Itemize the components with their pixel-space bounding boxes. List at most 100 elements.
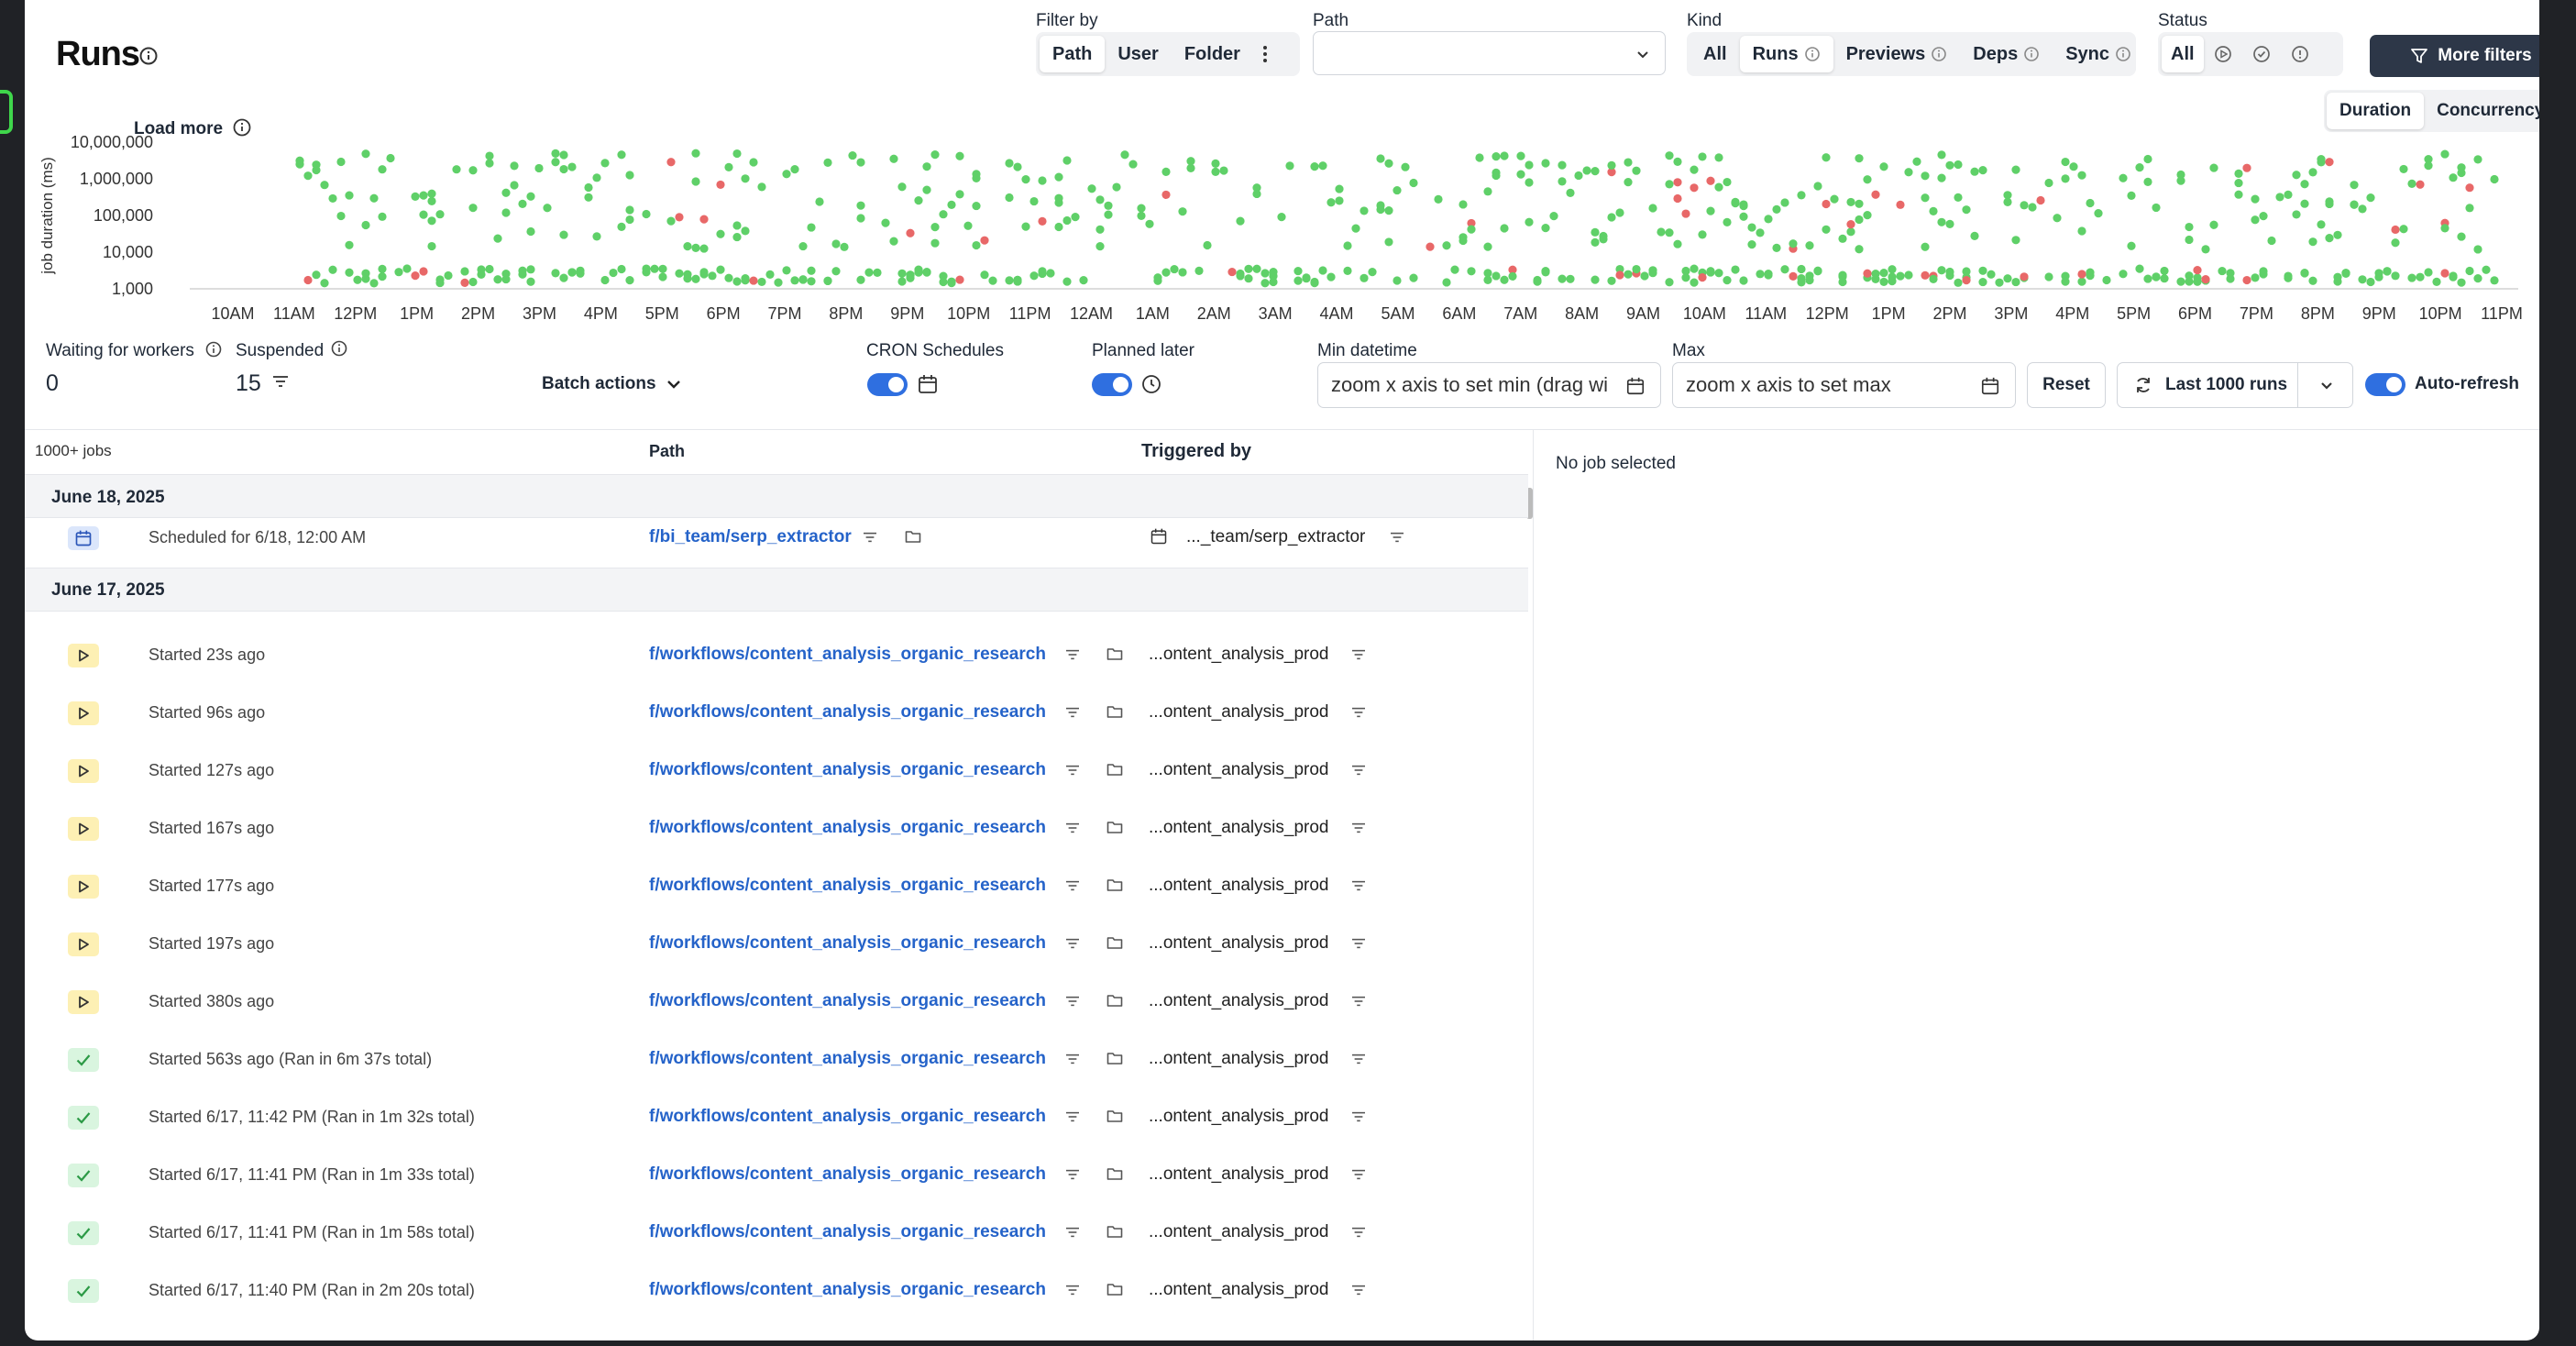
more-vertical-icon[interactable] — [1253, 36, 1277, 72]
filter-lines-icon[interactable] — [1065, 1226, 1080, 1243]
job-path-link[interactable]: f/workflows/content_analysis_organic_res… — [649, 818, 1046, 838]
table-row[interactable]: Started 23s ago f/workflows/content_analy… — [25, 626, 1528, 684]
min-datetime-input[interactable]: zoom x axis to set min (drag wi — [1317, 362, 1661, 408]
cron-toggle[interactable] — [867, 373, 908, 396]
folder-icon[interactable] — [905, 529, 921, 544]
folder-icon[interactable] — [1106, 1051, 1123, 1070]
filter-lines-icon[interactable] — [1351, 1168, 1366, 1186]
table-row[interactable]: Started 177s ago f/workflows/content_anal… — [25, 857, 1528, 915]
filter-lines-icon[interactable] — [1065, 706, 1080, 723]
table-row[interactable]: Started 197s ago f/workflows/content_anal… — [25, 915, 1528, 973]
calendar-icon[interactable] — [1980, 376, 2000, 396]
job-path-link[interactable]: f/workflows/content_analysis_organic_res… — [649, 1280, 1046, 1300]
filter-lines-icon[interactable] — [1065, 995, 1080, 1012]
folder-icon[interactable] — [1106, 993, 1123, 1012]
filter-lines-icon[interactable] — [1065, 648, 1080, 666]
table-row[interactable]: Started 563s ago (Ran in 6m 37s total) f/… — [25, 1031, 1528, 1088]
kind-sync-button[interactable]: Sync — [2053, 36, 2144, 72]
table-row[interactable]: Started 96s ago f/workflows/content_analy… — [25, 684, 1528, 742]
job-path-link[interactable]: f/workflows/content_analysis_organic_res… — [649, 760, 1046, 780]
table-row[interactable]: Started 167s ago f/workflows/content_anal… — [25, 800, 1528, 857]
filter-lines-icon[interactable] — [1065, 764, 1080, 781]
folder-icon[interactable] — [1106, 877, 1123, 897]
filter-lines-icon[interactable] — [863, 531, 877, 544]
max-datetime-input[interactable]: zoom x axis to set max — [1672, 362, 2016, 408]
filter-lines-icon[interactable] — [1351, 1110, 1366, 1128]
filter-lines-icon[interactable] — [1351, 995, 1366, 1012]
batch-actions-button[interactable]: Batch actions — [542, 374, 682, 394]
filter-lines-icon[interactable] — [1351, 822, 1366, 839]
folder-icon[interactable] — [1106, 762, 1123, 781]
filter-lines-icon[interactable] — [1351, 1284, 1366, 1301]
duration-button[interactable]: Duration — [2327, 93, 2425, 129]
x-tick-label: 10AM — [1683, 304, 1726, 323]
filter-lines-icon[interactable] — [1065, 1284, 1080, 1301]
kind-all-button[interactable]: All — [1690, 36, 1740, 72]
info-icon[interactable] — [330, 339, 348, 358]
folder-icon[interactable] — [1106, 704, 1123, 723]
info-icon[interactable] — [138, 46, 159, 66]
filter-path-button[interactable]: Path — [1040, 36, 1106, 72]
job-path-link[interactable]: f/workflows/content_analysis_organic_res… — [649, 991, 1046, 1011]
filter-lines-icon[interactable] — [1065, 937, 1080, 954]
more-filters-button[interactable]: More filters — [2370, 35, 2539, 77]
info-icon[interactable] — [204, 340, 223, 359]
folder-icon[interactable] — [1106, 820, 1123, 839]
path-select[interactable] — [1313, 31, 1666, 75]
job-path-link[interactable]: f/workflows/content_analysis_organic_res… — [649, 702, 1046, 723]
kind-runs-button[interactable]: Runs — [1739, 36, 1833, 72]
folder-icon[interactable] — [1106, 646, 1123, 666]
duration-scatter-chart[interactable]: job duration (ms) 10,000,000 1,000,000 100,… — [25, 128, 2539, 330]
chevron-down-icon[interactable] — [2319, 379, 2334, 393]
filter-lines-icon[interactable] — [1351, 764, 1366, 781]
folder-icon[interactable] — [1106, 1166, 1123, 1186]
job-path-link[interactable]: f/workflows/content_analysis_organic_res… — [649, 933, 1046, 954]
calendar-icon[interactable] — [1625, 376, 1646, 396]
table-row[interactable]: Started 6/17, 11:42 PM (Ran in 1m 32s to… — [25, 1088, 1528, 1146]
scatter-point — [955, 275, 964, 284]
table-row[interactable]: Started 127s ago f/workflows/content_anal… — [25, 742, 1528, 800]
job-path-link[interactable]: f/workflows/content_analysis_organic_res… — [649, 876, 1046, 896]
filter-lines-icon[interactable] — [1065, 1053, 1080, 1070]
filter-lines-icon[interactable] — [1065, 822, 1080, 839]
check-circle-icon[interactable] — [2242, 36, 2281, 72]
folder-icon[interactable] — [1106, 1282, 1123, 1301]
table-row[interactable]: Started 6/17, 11:41 PM (Ran in 1m 33s to… — [25, 1146, 1528, 1204]
job-path-link[interactable]: f/workflows/content_analysis_organic_res… — [649, 1049, 1046, 1069]
job-path-link[interactable]: f/workflows/content_analysis_organic_res… — [649, 1222, 1046, 1242]
folder-icon[interactable] — [1106, 1109, 1123, 1128]
last-runs-select[interactable]: Last 1000 runs — [2117, 362, 2353, 408]
filter-lines-icon[interactable] — [272, 374, 289, 389]
filter-folder-button[interactable]: Folder — [1172, 36, 1253, 72]
filter-lines-icon[interactable] — [1065, 879, 1080, 897]
play-circle-icon[interactable] — [2204, 36, 2242, 72]
filter-lines-icon[interactable] — [1351, 1053, 1366, 1070]
filter-lines-icon[interactable] — [1351, 648, 1366, 666]
planned-later-toggle[interactable] — [1092, 373, 1132, 396]
filter-lines-icon[interactable] — [1065, 1110, 1080, 1128]
table-row[interactable]: Started 6/17, 11:41 PM (Ran in 1m 58s to… — [25, 1204, 1528, 1262]
filter-lines-icon[interactable] — [1351, 879, 1366, 897]
auto-refresh-toggle[interactable] — [2365, 373, 2405, 396]
filter-lines-icon[interactable] — [1390, 531, 1404, 544]
table-row[interactable]: Started 380s ago f/workflows/content_anal… — [25, 973, 1528, 1031]
status-all-button[interactable]: All — [2162, 36, 2204, 72]
kind-deps-button[interactable]: Deps — [1960, 36, 2053, 72]
folder-icon[interactable] — [1106, 1224, 1123, 1243]
job-path-link[interactable]: f/bi_team/serp_extractor — [649, 527, 852, 547]
folder-icon[interactable] — [1106, 935, 1123, 954]
job-path-link[interactable]: f/workflows/content_analysis_organic_res… — [649, 1164, 1046, 1185]
filter-lines-icon[interactable] — [1351, 706, 1366, 723]
table-row[interactable]: Scheduled for 6/18, 12:00 AM f/bi_team/s… — [25, 511, 1528, 568]
job-path-link[interactable]: f/workflows/content_analysis_organic_res… — [649, 1107, 1046, 1127]
table-row[interactable]: Started 6/17, 11:40 PM (Ran in 2m 20s to… — [25, 1262, 1528, 1319]
concurrency-button[interactable]: Concurrency — [2424, 93, 2539, 129]
filter-lines-icon[interactable] — [1351, 1226, 1366, 1243]
filter-user-button[interactable]: User — [1105, 36, 1171, 72]
job-path-link[interactable]: f/workflows/content_analysis_organic_res… — [649, 645, 1046, 665]
filter-lines-icon[interactable] — [1351, 937, 1366, 954]
alert-circle-icon[interactable] — [2281, 36, 2319, 72]
reset-button[interactable]: Reset — [2027, 362, 2106, 408]
filter-lines-icon[interactable] — [1065, 1168, 1080, 1186]
kind-previews-button[interactable]: Previews — [1833, 36, 1961, 72]
